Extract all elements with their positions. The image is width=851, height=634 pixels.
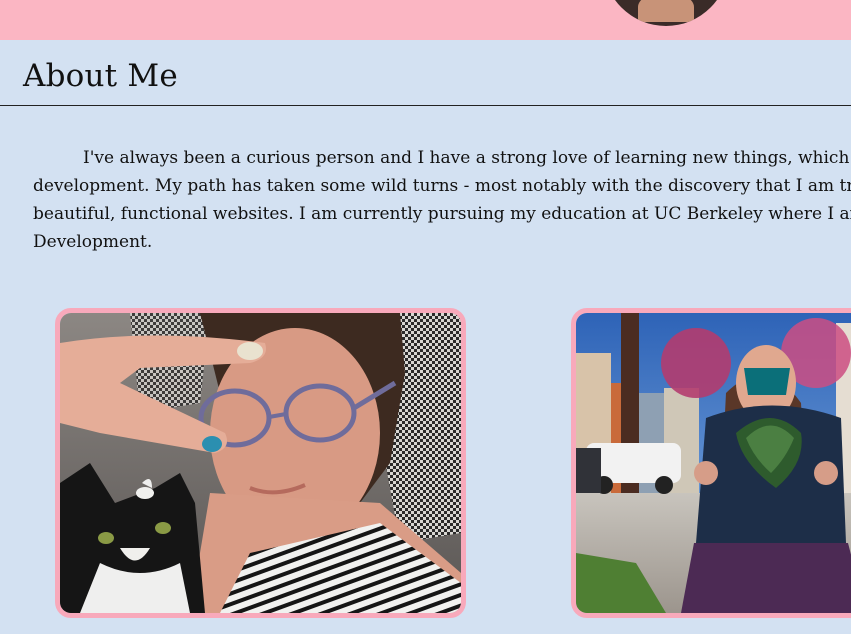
bio-text: I've always been a curious person and I … [33, 148, 851, 252]
selfie-photo [60, 313, 461, 613]
photo-card-selfie[interactable] [55, 308, 466, 618]
kale-photo [576, 313, 851, 613]
photo-card-kale[interactable] [571, 308, 851, 618]
